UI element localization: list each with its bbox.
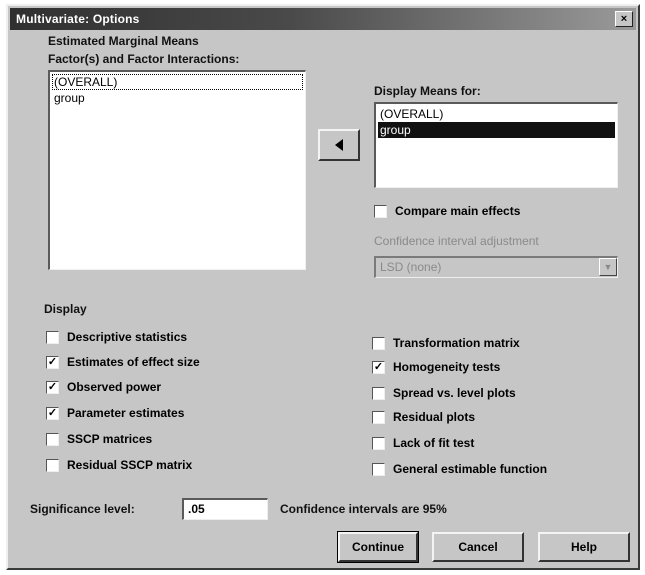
checkbox-box [374, 204, 387, 218]
check-icon: ✓ [46, 355, 59, 369]
lack-of-fit-checkbox[interactable]: Lack of fit test [372, 434, 474, 452]
transformation-matrix-checkbox[interactable]: Transformation matrix [372, 334, 520, 352]
checkbox-label: Transformation matrix [393, 336, 520, 350]
checkbox-box [372, 410, 385, 424]
display-means-label: Display Means for: [374, 84, 481, 98]
sscp-matrices-checkbox[interactable]: SSCP matrices [46, 430, 152, 448]
checkbox-box [46, 458, 59, 472]
checkbox-label: Parameter estimates [67, 406, 185, 420]
continue-button[interactable]: Continue [337, 531, 419, 563]
left-arrow-icon [335, 139, 343, 151]
display-item-group[interactable]: group [378, 122, 615, 138]
checkbox-box [372, 386, 385, 400]
factors-listbox[interactable]: (OVERALL) group [48, 70, 306, 270]
emm-group-label: Estimated Marginal Means [48, 34, 199, 48]
parameter-estimates-checkbox[interactable]: ✓ Parameter estimates [46, 404, 184, 422]
checkbox-label: Estimates of effect size [67, 355, 200, 369]
move-arrow-button[interactable] [318, 129, 360, 161]
display-means-listbox[interactable]: (OVERALL) group [374, 102, 618, 188]
checkbox-label: Spread vs. level plots [393, 386, 516, 400]
checkbox-box [372, 462, 385, 476]
factor-item-group[interactable]: group [52, 90, 303, 106]
compare-main-effects-checkbox[interactable]: Compare main effects [374, 202, 520, 220]
checkbox-label: General estimable function [393, 462, 548, 476]
effect-size-checkbox[interactable]: ✓ Estimates of effect size [46, 353, 200, 371]
check-icon: ✓ [372, 360, 385, 374]
checkbox-box [372, 336, 385, 350]
factors-label: Factor(s) and Factor Interactions: [48, 52, 240, 66]
display-group-label: Display [44, 302, 87, 316]
compare-main-effects-label: Compare main effects [395, 204, 521, 218]
title-bar: Multivariate: Options × [10, 8, 636, 30]
checkbox-label: SSCP matrices [67, 432, 153, 446]
check-icon: ✓ [46, 380, 59, 394]
checkbox-label: Residual plots [393, 410, 476, 424]
checkbox-label: Homogeneity tests [393, 360, 501, 374]
checkbox-label: Residual SSCP matrix [67, 458, 193, 472]
checkbox-box [46, 432, 59, 446]
checkbox-box [372, 436, 385, 450]
help-button[interactable]: Help [538, 532, 630, 562]
check-icon: ✓ [46, 406, 59, 420]
close-icon: × [620, 13, 628, 25]
residual-plots-checkbox[interactable]: Residual plots [372, 408, 475, 426]
descriptive-statistics-checkbox[interactable]: Descriptive statistics [46, 328, 187, 346]
residual-sscp-checkbox[interactable]: Residual SSCP matrix [46, 456, 192, 474]
cancel-button[interactable]: Cancel [432, 532, 524, 562]
ci-adjust-value: LSD (none) [380, 260, 442, 274]
spread-level-plots-checkbox[interactable]: Spread vs. level plots [372, 384, 516, 402]
observed-power-checkbox[interactable]: ✓ Observed power [46, 378, 161, 396]
options-dialog: Multivariate: Options × Estimated Margin… [6, 4, 640, 570]
ci-note: Confidence intervals are 95% [280, 502, 447, 516]
ci-adjust-select[interactable]: LSD (none) ▼ [374, 256, 618, 278]
checkbox-label: Descriptive statistics [67, 330, 188, 344]
checkbox-label: Lack of fit test [393, 436, 475, 450]
homogeneity-tests-checkbox[interactable]: ✓ Homogeneity tests [372, 358, 500, 376]
significance-label: Significance level: [30, 502, 135, 516]
checkbox-box [46, 330, 59, 344]
chevron-down-icon: ▼ [599, 258, 617, 276]
significance-input[interactable]: .05 [182, 498, 268, 520]
factor-item-overall[interactable]: (OVERALL) [52, 74, 303, 90]
general-estimable-function-checkbox[interactable]: General estimable function [372, 460, 547, 478]
close-button[interactable]: × [615, 11, 633, 27]
display-item-overall[interactable]: (OVERALL) [378, 106, 615, 122]
checkbox-label: Observed power [67, 380, 162, 394]
window-title: Multivariate: Options [16, 12, 140, 26]
ci-adjust-label: Confidence interval adjustment [374, 234, 539, 248]
